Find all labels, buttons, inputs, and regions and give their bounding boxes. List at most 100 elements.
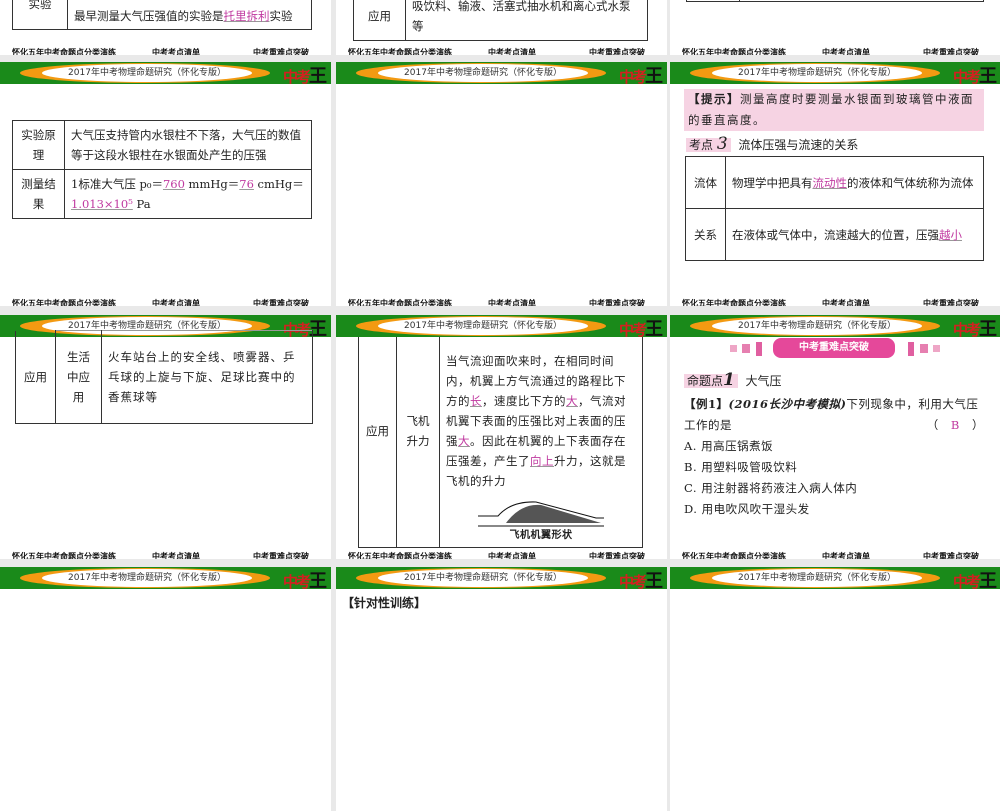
header-title: 2017年中考物理命题研究（怀化专版） [378, 317, 588, 335]
footer-link-history[interactable]: 怀化五年中考命题点分类演练 [348, 551, 452, 559]
label: 应用 [353, 0, 406, 41]
answer: 大 [566, 394, 578, 408]
footer-link-breakthrough[interactable]: 中考重难点突破 [923, 298, 979, 306]
footer-link-checklist[interactable]: 中考考点清单 [152, 47, 200, 55]
text: mmHg＝ [184, 177, 240, 191]
footer-link-checklist[interactable]: 中考考点清单 [488, 47, 536, 55]
header-title: 2017年中考物理命题研究（怀化专版） [42, 64, 252, 82]
diagram-caption: 飞机机翼形状 [509, 530, 573, 541]
slide-r0c2: 怀化五年中考命题点分类演练 中考考点清单 中考重难点突破 [670, 0, 1000, 55]
answer: 大 [458, 434, 470, 448]
header-title: 2017年中考物理命题研究（怀化专版） [712, 64, 922, 82]
label: 流体 [685, 156, 726, 209]
point-title: 大气压 [745, 374, 782, 388]
slide-header: 2017年中考物理命题研究（怀化专版） 中考王 [670, 315, 1000, 340]
experiment-table: 实验 最早测量大气压强值的实验是托里拆利实验 [12, 0, 312, 30]
question-source: (2016长沙中考模拟) [728, 397, 847, 411]
barometer-table: 实验原理 大气压支持管内水银柱不下落，大气压的数值等于这段水银柱在水银面处产生的压… [12, 120, 312, 219]
footer-link-breakthrough[interactable]: 中考重难点突破 [589, 551, 645, 559]
point-number: 3 [716, 134, 728, 154]
footer-link-history[interactable]: 怀化五年中考命题点分类演练 [348, 298, 452, 306]
answer: 越小 [939, 227, 962, 242]
footer-link-breakthrough[interactable]: 中考重难点突破 [589, 298, 645, 306]
point-number: 1 [723, 370, 735, 390]
footer-link-checklist[interactable]: 中考考点清单 [822, 298, 870, 306]
logo: 中考王 [618, 571, 663, 592]
answer: 760 [162, 177, 185, 191]
text: Pa [132, 197, 151, 211]
example-label: 【例1】 [684, 397, 729, 411]
slide-header: 2017年中考物理命题研究（怀化专版） 中考王 [336, 567, 667, 592]
footer-link-breakthrough[interactable]: 中考重难点突破 [923, 47, 979, 55]
option[interactable]: A. 用高压锅煮饭 [684, 436, 984, 457]
footer-link-history[interactable]: 怀化五年中考命题点分类演练 [682, 551, 786, 559]
sub-label: 飞机升力 [396, 315, 440, 548]
footer-link-history[interactable]: 怀化五年中考命题点分类演练 [682, 47, 786, 55]
footer-link-checklist[interactable]: 中考考点清单 [152, 298, 200, 306]
slide-header: 2017年中考物理命题研究（怀化专版） 中考王 [670, 567, 1000, 592]
footer-link-checklist[interactable]: 中考考点清单 [822, 47, 870, 55]
header-title: 2017年中考物理命题研究（怀化专版） [712, 317, 922, 335]
text: 实验 [269, 8, 293, 23]
slide-header: 2017年中考物理命题研究（怀化专版） 中考王 [670, 62, 1000, 87]
question: 【例1】(2016长沙中考模拟)下列现象中，利用大气压工作的是（ B ） A. … [684, 394, 984, 520]
section-heading: 命题点1 大气压 [684, 370, 782, 390]
slide-header: 2017年中考物理命题研究（怀化专版） 中考王 [0, 567, 331, 592]
text: 的液体和气体统称为流体 [847, 175, 974, 190]
text: 物理学中把具有 [732, 175, 813, 190]
answer: B [950, 418, 960, 432]
logo: 中考王 [952, 66, 997, 87]
logo: 中考王 [618, 319, 663, 340]
text: 最早测量大气压强值的实验是 [74, 8, 224, 23]
answer: 长 [470, 394, 482, 408]
logo: 中考王 [618, 66, 663, 87]
option[interactable]: D. 用电吹风吹干湿头发 [684, 499, 984, 520]
footer-link-checklist[interactable]: 中考考点清单 [488, 298, 536, 306]
header-title: 2017年中考物理命题研究（怀化专版） [378, 64, 588, 82]
label: 应用 [15, 330, 56, 424]
footer-link-checklist[interactable]: 中考考点清单 [822, 551, 870, 559]
slide-r2c2: 2017年中考物理命题研究（怀化专版） 中考王 中考重难点突破 命题点1 大气压 … [670, 315, 1000, 559]
footer-link-checklist[interactable]: 中考考点清单 [152, 551, 200, 559]
answer: 1.013×10⁵ [71, 197, 133, 211]
slide-r3c0: 2017年中考物理命题研究（怀化专版） 中考王 [0, 567, 331, 811]
label: 应用 [358, 315, 397, 548]
table-fragment [686, 0, 984, 2]
slide-r2c0: 2017年中考物理命题研究（怀化专版） 中考王 应用 生活中应用 火车站台上的安全线、… [0, 315, 331, 559]
label: 关系 [685, 208, 726, 261]
tip-box: 【提示】测量高度时要测量水银面到玻璃管中液面的垂直高度。 [684, 89, 984, 131]
footer-link-history[interactable]: 怀化五年中考命题点分类演练 [348, 47, 452, 55]
slide-r3c2: 2017年中考物理命题研究（怀化专版） 中考王 [670, 567, 1000, 811]
slide-header: 2017年中考物理命题研究（怀化专版） 中考王 [0, 62, 331, 87]
footer-link-history[interactable]: 怀化五年中考命题点分类演练 [12, 47, 116, 55]
footer-link-breakthrough[interactable]: 中考重难点突破 [253, 551, 309, 559]
text: 在液体或气体中，流速越大的位置，压强 [732, 227, 939, 242]
logo: 中考王 [952, 319, 997, 340]
footer-link-history[interactable]: 怀化五年中考命题点分类演练 [682, 298, 786, 306]
option[interactable]: C. 用注射器将药液注入病人体内 [684, 478, 984, 499]
wing-diagram [478, 501, 604, 527]
application-table: 应用 吸饮料、输液、活塞式抽水机和离心式水泵等 [353, 0, 648, 41]
section-heading: 考点 3 流体压强与流速的关系 [686, 134, 858, 154]
text: cmHg＝ [253, 177, 304, 191]
slide-r3c1: 2017年中考物理命题研究（怀化专版） 中考王 【针对性训练】 [336, 567, 667, 811]
slide-header: 2017年中考物理命题研究（怀化专版） 中考王 [336, 315, 667, 340]
slide-header: 2017年中考物理命题研究（怀化专版） 中考王 [336, 62, 667, 87]
footer-link-breakthrough[interactable]: 中考重难点突破 [253, 298, 309, 306]
footer-link-breakthrough[interactable]: 中考重难点突破 [253, 47, 309, 55]
slide-r1c2: 2017年中考物理命题研究（怀化专版） 中考王 【提示】测量高度时要测量水银面到玻… [670, 62, 1000, 306]
fluid-table: 流体 物理学中把具有流动性的液体和气体统称为流体 关系 在液体或气体中，流速越大的位… [685, 156, 984, 261]
label: 实验原理 [12, 120, 65, 170]
application-table: 应用 飞机升力 当气流迎面吹来时，在相同时间内，机翼上方气流通过的路程比下方的长，… [358, 315, 643, 548]
footer-link-history[interactable]: 怀化五年中考命题点分类演练 [12, 298, 116, 306]
point-label: 考点 [689, 138, 714, 152]
option[interactable]: B. 用塑料吸管吸饮料 [684, 457, 984, 478]
footer-link-breakthrough[interactable]: 中考重难点突破 [589, 47, 645, 55]
footer-link-history[interactable]: 怀化五年中考命题点分类演练 [12, 551, 116, 559]
footer-link-checklist[interactable]: 中考考点清单 [488, 551, 536, 559]
table-divider [739, 0, 740, 2]
label: 测量结果 [12, 169, 65, 219]
text: 1标准大气压 p₀＝ [71, 177, 163, 191]
footer-link-breakthrough[interactable]: 中考重难点突破 [923, 551, 979, 559]
text: 吸饮料、输液、活塞式抽水机和离心式水泵等 [405, 0, 648, 41]
